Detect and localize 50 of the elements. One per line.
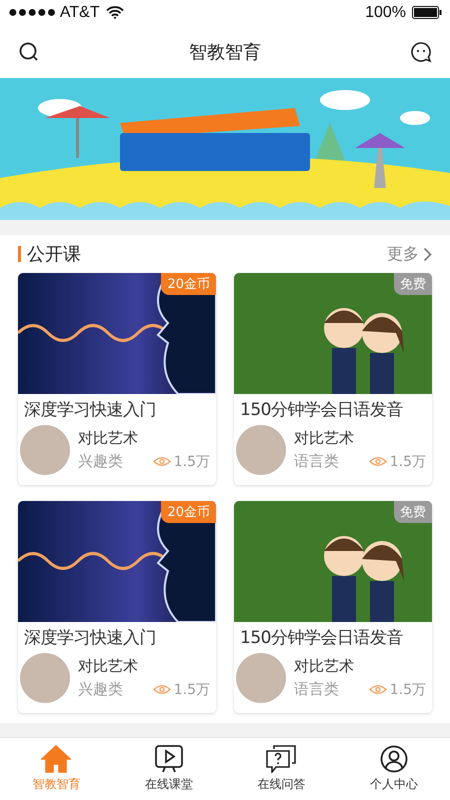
price-badge: 20金币 — [161, 273, 216, 295]
course-title: 150分钟学会日语发音 — [239, 627, 404, 649]
wifi-icon — [106, 6, 124, 19]
tab-item[interactable]: 个人中心 — [338, 738, 450, 800]
author-name: 对比艺术 — [78, 657, 139, 676]
course-card[interactable]: 20金币 深度学习快速入门 对比艺术 兴趣类 1.5万 — [18, 501, 216, 713]
eye-icon — [152, 684, 171, 695]
course-card[interactable]: 免费 150分钟学会日语发音 对比艺术 语言类 1.5万 — [234, 501, 432, 713]
avatar — [20, 425, 70, 475]
eye-icon — [152, 456, 171, 467]
battery-icon — [412, 6, 442, 19]
carrier-label: ●●●●● AT&T — [8, 4, 100, 22]
house-icon — [41, 745, 72, 773]
screen-play-icon — [154, 745, 184, 773]
course-title: 深度学习快速入门 — [23, 627, 157, 649]
view-count: 1.5万 — [390, 452, 426, 470]
question-bubble-icon — [266, 745, 296, 773]
eye-icon — [368, 456, 387, 467]
view-count: 1.5万 — [390, 680, 426, 698]
section-title: 公开课 — [27, 243, 81, 266]
price-badge: 免费 — [394, 273, 432, 295]
course-title: 150分钟学会日语发音 — [239, 399, 404, 421]
category-label: 语言类 — [294, 452, 339, 471]
course-card[interactable]: 20金币 深度学习快速入门 对比艺术 兴趣类 1.5万 — [18, 273, 216, 485]
author-name: 对比艺术 — [78, 429, 139, 448]
tab-item[interactable]: 在线问答 — [225, 738, 338, 800]
tab-item[interactable]: 在线课堂 — [112, 738, 225, 800]
avatar — [236, 653, 286, 703]
banner-illustration[interactable] — [0, 78, 450, 220]
author-name: 对比艺术 — [294, 657, 355, 676]
chevron-right-icon — [423, 246, 432, 262]
view-count: 1.5万 — [174, 680, 210, 698]
category-label: 语言类 — [294, 680, 339, 699]
person-icon — [378, 745, 409, 773]
search-icon[interactable] — [18, 40, 40, 62]
price-badge: 20金币 — [161, 501, 216, 523]
more-link[interactable]: 更多 — [387, 244, 432, 264]
eye-icon — [368, 684, 387, 695]
author-name: 对比艺术 — [294, 429, 355, 448]
price-badge: 免费 — [394, 501, 432, 523]
category-label: 兴趣类 — [78, 452, 123, 471]
avatar — [20, 653, 70, 703]
course-card[interactable]: 免费 150分钟学会日语发音 对比艺术 语言类 1.5万 — [234, 273, 432, 485]
battery-percent: 100% — [365, 4, 406, 22]
course-title: 深度学习快速入门 — [23, 399, 157, 421]
chat-bubble-icon[interactable] — [410, 40, 432, 62]
category-label: 兴趣类 — [78, 680, 123, 699]
avatar — [236, 425, 286, 475]
page-title: 智教智育 — [189, 40, 261, 64]
view-count: 1.5万 — [174, 452, 210, 470]
